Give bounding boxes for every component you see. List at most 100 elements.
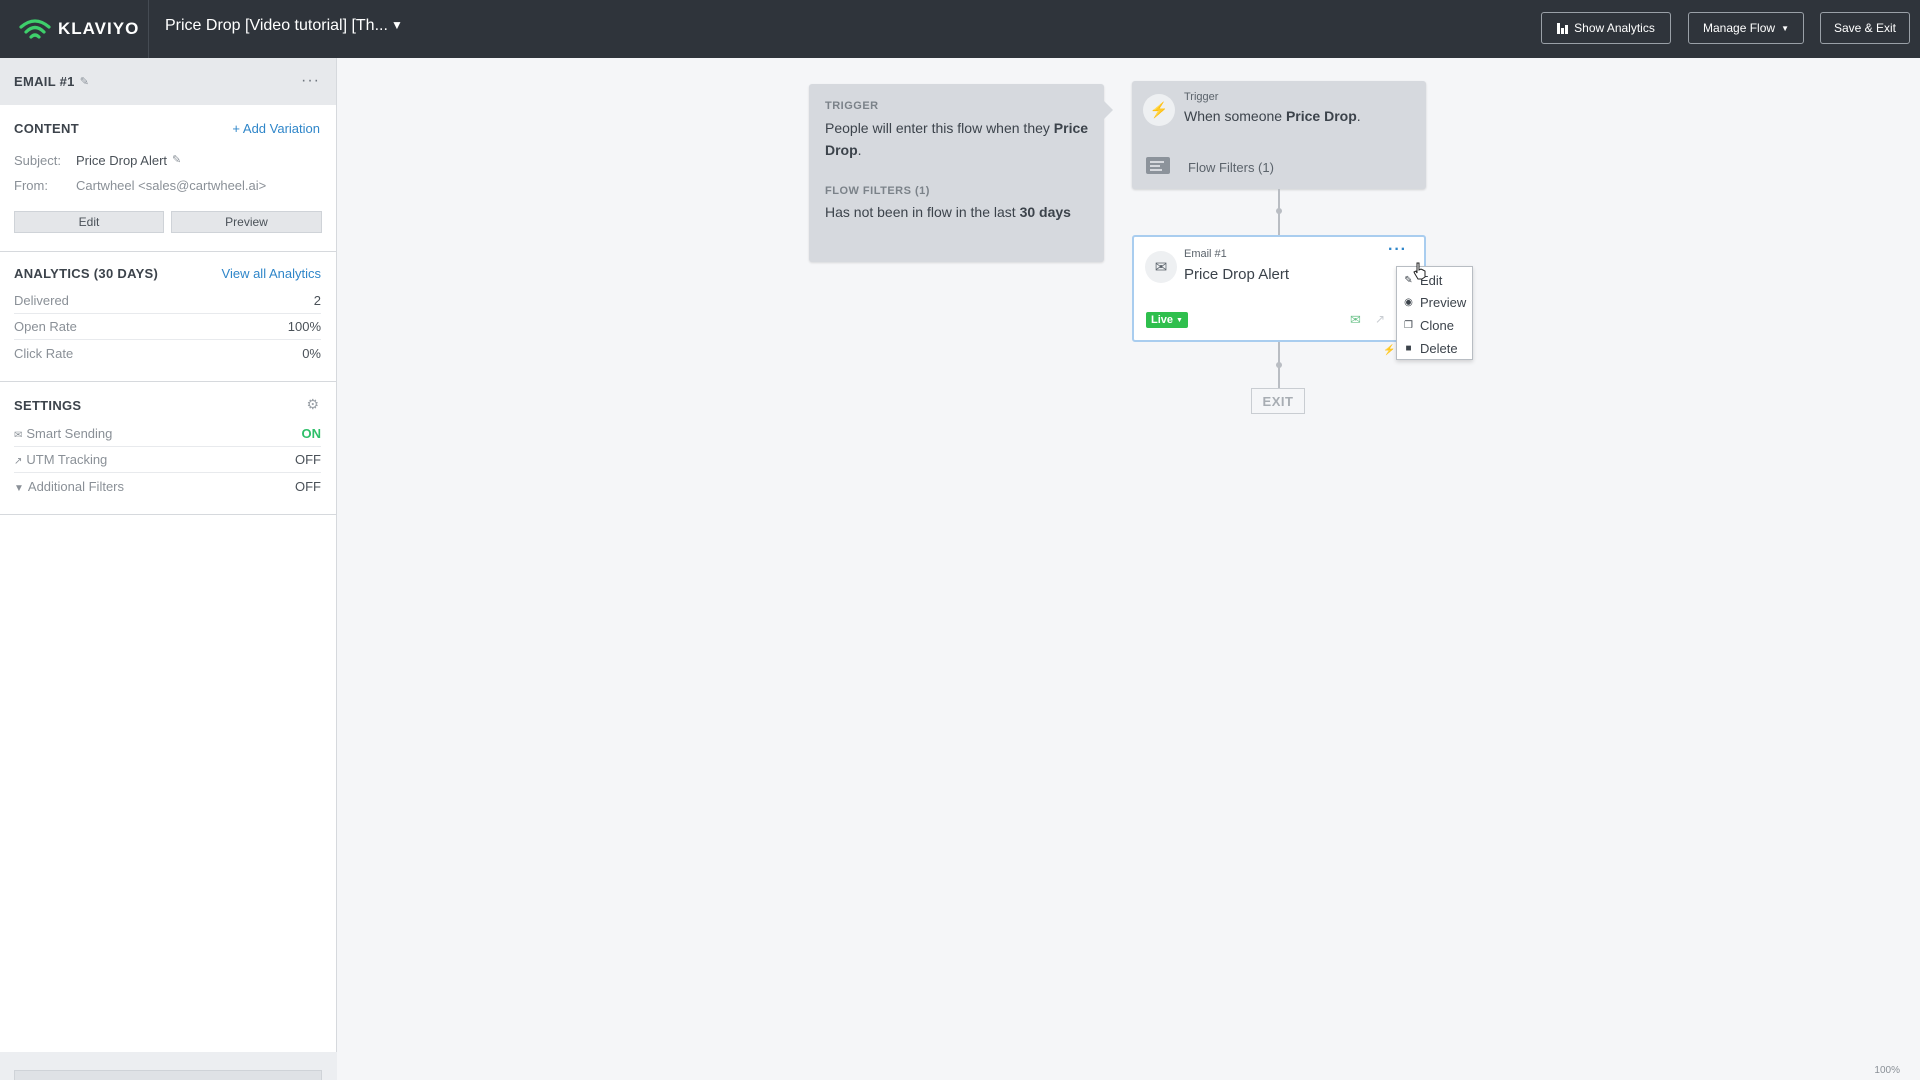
email-title: EMAIL #1 [14,74,75,89]
analytics-label: Delivered [14,293,69,308]
flow-filters-link[interactable]: Flow Filters (1) [1188,160,1274,175]
trigger-node-text-end: . [1356,108,1361,124]
eye-icon: ◉ [1404,296,1413,308]
show-analytics-label: Show Analytics [1574,21,1655,35]
menu-item-clone[interactable]: ❐ Clone [1397,314,1472,336]
connector-dot[interactable] [1276,362,1282,368]
email-options-menu: ✎ Edit ◉ Preview ❐ Clone ■ Delete [1396,266,1473,360]
trigger-node-text-part: When someone [1184,108,1286,124]
menu-item-label: Preview [1420,294,1467,310]
envelope-icon: ✉ [1145,251,1177,283]
live-status-badge[interactable]: Live ▼ [1146,312,1188,328]
more-options-icon[interactable]: ··· [301,72,320,90]
save-exit-button[interactable]: Save & Exit [1820,12,1910,44]
flow-filters-text: Has not been in flow in the last 30 days [825,201,1090,223]
email-node-title: Price Drop Alert [1184,266,1290,283]
analytics-label: Click Rate [14,345,74,361]
menu-item-delete[interactable]: ■ Delete [1397,337,1472,359]
settings-value[interactable]: OFF [295,479,321,494]
sidebar-header: EMAIL #1 ✎ ··· [0,58,336,105]
filter-text: Has not been in flow in the last [825,204,1020,220]
filter-days: 30 days [1019,204,1071,220]
settings-value[interactable]: OFF [295,452,321,467]
analytics-row-open-rate: Open Rate 100% [14,314,321,340]
callout-arrow [1104,101,1113,119]
more-options-icon[interactable]: ··· [1388,241,1407,259]
settings-row-smart-sending: ✉ Smart Sending ON [14,421,321,447]
subject-value: Price Drop Alert [76,153,168,168]
copy-icon: ❐ [1404,319,1413,331]
settings-section-title: SETTINGS [14,398,82,413]
edit-button[interactable]: Edit [14,211,164,233]
flow-filters-label: FLOW FILTERS (1) [825,185,930,197]
subject-row: Subject: Price Drop Alert ✎ [14,153,181,168]
manage-flow-label: Manage Flow [1703,21,1776,35]
connector-dot[interactable] [1276,208,1282,214]
trigger-info-card: TRIGGER People will enter this flow when… [809,84,1104,262]
analytics-section-title: ANALYTICS (30 DAYS) [14,266,159,281]
trash-icon: ■ [1405,342,1412,354]
mail-icon: ✉ [14,430,23,441]
menu-item-preview[interactable]: ◉ Preview [1397,291,1472,313]
manage-flow-button[interactable]: Manage Flow ▼ [1688,12,1804,44]
section-divider [0,514,337,515]
trigger-node[interactable]: ⚡ Trigger When someone Price Drop. Flow … [1132,81,1426,189]
live-status-label: Live [1151,314,1174,326]
email-node[interactable]: ✉ Email #1 Price Drop Alert ··· Live ▼ ✉… [1132,235,1426,342]
caret-down-icon: ▼ [1781,23,1789,33]
menu-item-label: Clone [1420,317,1454,333]
section-divider [0,381,337,382]
trigger-info-text: People will enter this flow when they Pr… [825,117,1090,161]
smart-sending-icon: ✉ [1350,312,1361,327]
save-exit-label: Save & Exit [1833,21,1897,35]
topbar-divider [148,0,149,58]
section-divider [0,251,337,252]
content-section-title: CONTENT [14,121,79,136]
tracking-icon: ↗ [14,456,23,467]
trigger-node-label: Trigger [1184,91,1219,103]
subject-label: Subject: [14,153,61,168]
settings-row-additional-filters: ▼ Additional Filters OFF [14,473,321,499]
top-bar: KLAVIYO Price Drop [Video tutorial] [Th.… [0,0,1920,58]
show-analytics-button[interactable]: Show Analytics [1541,12,1671,44]
trigger-node-metric: Price Drop [1285,108,1357,124]
email-node-label: Email #1 [1184,248,1227,260]
tracking-icon: ↗ [1375,312,1386,326]
flow-title[interactable]: Price Drop [Video tutorial] [Th... [165,17,388,35]
lightning-icon: ⚡ [1143,94,1175,126]
klaviyo-logo[interactable]: KLAVIYO [18,14,139,44]
pencil-icon[interactable]: ✎ [80,75,89,88]
analytics-value: 2 [313,293,321,308]
trigger-node-text: When someone Price Drop. [1184,108,1361,124]
from-label: From: [14,178,48,193]
analytics-row-delivered: Delivered 2 [14,288,321,314]
footer-button[interactable] [14,1070,322,1080]
sidebar-footer [0,1052,337,1080]
trigger-text: People will enter this flow when they [825,120,1054,136]
from-value: Cartwheel <sales@cartwheel.ai> [76,178,267,193]
sidebar: EMAIL #1 ✎ ··· CONTENT + Add Variation S… [0,58,337,1080]
from-row: From: Cartwheel <sales@cartwheel.ai> [14,178,266,193]
logo-text: KLAVIYO [58,19,140,38]
analytics-value: 100% [287,319,321,334]
analytics-value: 0% [302,345,321,361]
pencil-icon[interactable]: ✎ [172,153,181,168]
caret-down-icon: ▼ [1176,316,1183,324]
settings-row-utm-tracking: ↗ UTM Tracking OFF [14,447,321,473]
preview-button[interactable]: Preview [171,211,322,233]
settings-value[interactable]: ON [302,426,322,441]
menu-item-edit[interactable]: ✎ Edit [1397,269,1472,291]
filter-icon: ▼ [14,482,24,494]
zoom-level: 100% [1874,1065,1900,1076]
trigger-info-label: TRIGGER [825,100,879,112]
trigger-text-end: . [857,142,862,158]
add-variation-link[interactable]: + Add Variation [232,121,320,136]
lightning-icon[interactable]: ⚡ [1383,345,1395,356]
gear-icon[interactable]: ⚙ [306,396,319,413]
exit-node: EXIT [1251,388,1305,414]
flow-canvas: TRIGGER People will enter this flow when… [337,58,1920,1080]
settings-label: Smart Sending [26,426,113,441]
caret-down-icon[interactable]: ▼ [391,18,403,32]
view-all-analytics-link[interactable]: View all Analytics [222,266,321,281]
filter-list-icon [1146,157,1170,174]
